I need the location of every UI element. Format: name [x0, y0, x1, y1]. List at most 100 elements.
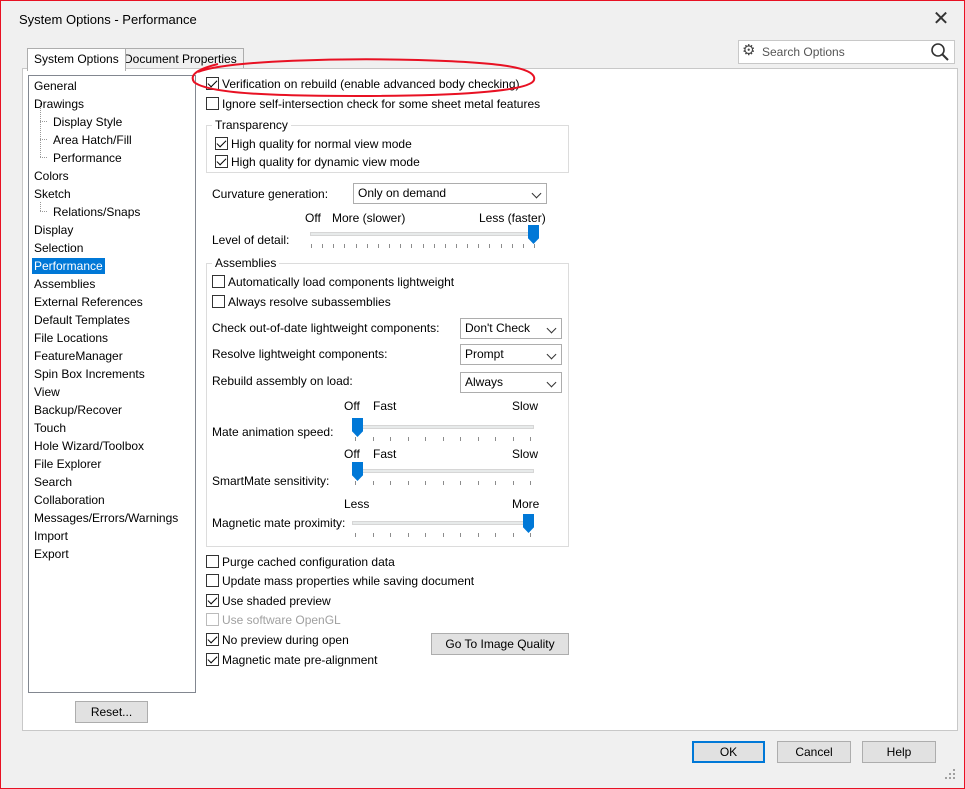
tree-item-hole-wizard-toolbox[interactable]: Hole Wizard/Toolbox — [34, 438, 144, 454]
resolve-lightweight-label: Resolve lightweight components: — [212, 347, 388, 361]
rebuild-on-load-select[interactable]: Always — [460, 372, 562, 393]
curvature-label: Curvature generation: — [212, 187, 329, 201]
tree-item-messages-errors-warnings[interactable]: Messages/Errors/Warnings — [34, 510, 178, 526]
no-preview-checkbox[interactable] — [206, 633, 219, 646]
curvature-value: Only on demand — [358, 186, 447, 200]
tree-item-drawings[interactable]: Drawings — [34, 96, 84, 112]
go-to-image-quality-button[interactable]: Go To Image Quality — [431, 633, 569, 655]
slider-tick — [356, 244, 357, 248]
always-resolve-checkbox[interactable] — [212, 295, 225, 308]
check-out-of-date-label: Check out-of-date lightweight components… — [212, 321, 440, 335]
slider-tick — [425, 533, 426, 537]
curvature-select[interactable]: Only on demand — [353, 183, 547, 204]
search-icon[interactable] — [930, 42, 950, 62]
slider-tick — [373, 533, 374, 537]
magnetic-proximity-slider-track[interactable] — [352, 521, 534, 525]
lod-more-label: More (slower) — [332, 211, 406, 225]
slider-tick — [373, 481, 374, 485]
reset-button[interactable]: Reset... — [75, 701, 148, 723]
slider-tick — [390, 481, 391, 485]
tree-item-display[interactable]: Display — [34, 222, 73, 238]
tree-item-colors[interactable]: Colors — [34, 168, 69, 184]
check-out-of-date-select[interactable]: Don't Check — [460, 318, 562, 339]
software-opengl-checkbox — [206, 613, 219, 626]
window-title: System Options - Performance — [19, 12, 197, 27]
transparency-title: Transparency — [212, 118, 291, 132]
tree-item-file-explorer[interactable]: File Explorer — [34, 456, 101, 472]
lod-less-label: Less (faster) — [479, 211, 546, 225]
slider-tick — [513, 533, 514, 537]
mate-animation-slider-track[interactable] — [352, 425, 534, 429]
smartmate-off-label: Off — [344, 447, 360, 461]
options-tree[interactable]: General Drawings Display Style Area Hatc… — [28, 75, 196, 693]
tree-item-default-templates[interactable]: Default Templates — [34, 312, 130, 328]
cancel-button[interactable]: Cancel — [777, 741, 851, 763]
update-mass-checkbox[interactable] — [206, 574, 219, 587]
auto-lightweight-label: Automatically load components lightweigh… — [228, 275, 455, 289]
slider-tick — [501, 244, 502, 248]
slider-tick — [425, 437, 426, 441]
help-button[interactable]: Help — [862, 741, 936, 763]
purge-cached-label: Purge cached configuration data — [222, 555, 395, 569]
slider-tick — [523, 244, 524, 248]
tree-item-collaboration[interactable]: Collaboration — [34, 492, 105, 508]
tree-item-sketch[interactable]: Sketch — [34, 186, 71, 202]
purge-cached-checkbox[interactable] — [206, 555, 219, 568]
chevron-down-icon — [546, 349, 557, 360]
tree-item-assemblies[interactable]: Assemblies — [34, 276, 95, 292]
smartmate-slider-track[interactable] — [352, 469, 534, 473]
shaded-preview-checkbox[interactable] — [206, 594, 219, 607]
update-mass-label: Update mass properties while saving docu… — [222, 574, 475, 588]
tree-item-import[interactable]: Import — [34, 528, 68, 544]
auto-lightweight-checkbox[interactable] — [212, 275, 225, 288]
smartmate-slow-label: Slow — [512, 447, 539, 461]
tree-item-selection[interactable]: Selection — [34, 240, 83, 256]
tree-item-external-references[interactable]: External References — [34, 294, 143, 310]
tree-item-touch[interactable]: Touch — [34, 420, 66, 436]
tree-item-performance[interactable]: Performance — [32, 258, 105, 274]
close-icon[interactable]: ✕ — [928, 6, 954, 32]
tree-item-drawings-performance[interactable]: Performance — [53, 150, 122, 166]
shaded-preview-label: Use shaded preview — [222, 594, 331, 608]
chevron-down-icon — [546, 323, 557, 334]
slider-tick — [423, 244, 424, 248]
ignore-self-intersection-checkbox[interactable] — [206, 97, 219, 110]
mate-animation-off-label: Off — [344, 399, 360, 413]
check-out-of-date-value: Don't Check — [465, 321, 530, 335]
lod-slider-track[interactable] — [310, 232, 536, 236]
magnetic-proximity-label: Magnetic mate proximity: — [212, 516, 346, 530]
tree-item-search[interactable]: Search — [34, 474, 72, 490]
tree-item-general[interactable]: General — [34, 78, 77, 94]
slider-tick — [390, 533, 391, 537]
tab-system-options[interactable]: System Options — [27, 48, 126, 71]
mate-animation-slider-ticks — [355, 437, 531, 442]
tree-item-file-locations[interactable]: File Locations — [34, 330, 108, 346]
ok-button[interactable]: OK — [692, 741, 765, 763]
tree-item-featuremanager[interactable]: FeatureManager — [34, 348, 123, 364]
tree-item-backup-recover[interactable]: Backup/Recover — [34, 402, 122, 418]
slider-tick — [311, 244, 312, 248]
rebuild-on-load-value: Always — [465, 375, 504, 389]
tree-item-display-style[interactable]: Display Style — [53, 114, 122, 130]
slider-tick — [443, 481, 444, 485]
resolve-lightweight-select[interactable]: Prompt — [460, 344, 562, 365]
tree-connector — [40, 202, 41, 211]
slider-tick — [495, 437, 496, 441]
resize-grip-icon[interactable] — [942, 766, 956, 780]
gear-icon[interactable]: ⚙ — [742, 43, 755, 59]
slider-tick — [495, 481, 496, 485]
always-resolve-label: Always resolve subassemblies — [228, 295, 391, 309]
slider-tick — [513, 437, 514, 441]
transparency-dynamic-checkbox[interactable] — [215, 155, 228, 168]
tree-item-export[interactable]: Export — [34, 546, 69, 562]
tree-item-relations-snaps[interactable]: Relations/Snaps — [53, 204, 140, 220]
tree-item-spin-box-increments[interactable]: Spin Box Increments — [34, 366, 145, 382]
tree-item-area-hatch-fill[interactable]: Area Hatch/Fill — [53, 132, 132, 148]
magnetic-prealign-checkbox[interactable] — [206, 653, 219, 666]
tree-item-view[interactable]: View — [34, 384, 60, 400]
no-preview-label: No preview during open — [222, 633, 349, 647]
transparency-normal-checkbox[interactable] — [215, 137, 228, 150]
transparency-normal-label: High quality for normal view mode — [231, 137, 412, 151]
lod-off-label: Off — [305, 211, 321, 225]
slider-tick — [389, 244, 390, 248]
